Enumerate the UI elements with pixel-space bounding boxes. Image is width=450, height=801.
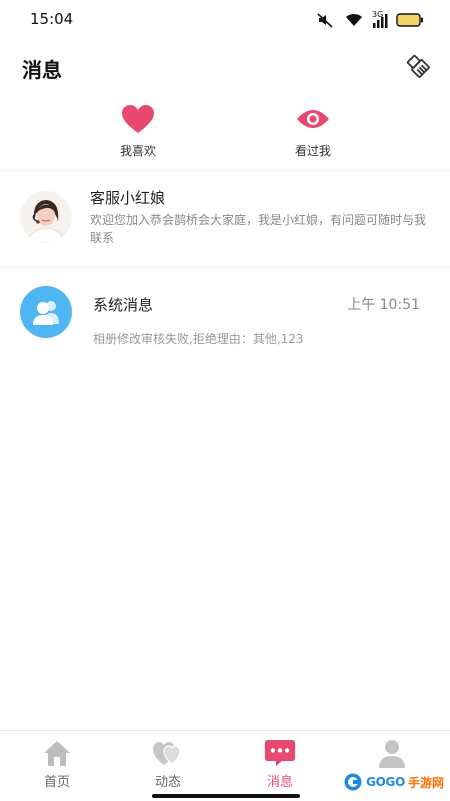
tab-label: 动态 [154, 775, 181, 790]
watermark-logo: GOGO 手游网 [343, 772, 444, 792]
tab-label: 首页 [43, 775, 70, 790]
person-icon [379, 740, 405, 768]
page-header: 消息 [0, 44, 450, 90]
list-item-system-messages[interactable]: 系统消息 上午 10:51 相册修改审核失败,拒绝理由：其他,123 [0, 268, 450, 364]
conversation-name: 系统消息 [93, 296, 154, 314]
viewed-me-label: 看过我 [294, 144, 331, 158]
conversation-preview: 相册修改审核失败,拒绝理由：其他,123 [93, 332, 304, 346]
broom-icon[interactable] [404, 52, 432, 80]
customer-service-avatar [20, 191, 72, 243]
message-list: 客服小红娘 欢迎您加入恭会鹊桥会大家庭，我是小红娘，有问题可随时与我联系 系统消… [0, 171, 450, 364]
likes-button[interactable]: 我喜欢 [78, 102, 198, 159]
eye-icon [297, 110, 329, 128]
conversation-preview: 欢迎您加入恭会鹊桥会大家庭，我是小红娘，有问题可随时与我联系 [90, 213, 427, 245]
system-users-icon [20, 286, 72, 338]
tab-messages[interactable]: 消息 [225, 737, 335, 790]
conversation-time: 上午 10:51 [347, 297, 420, 313]
watermark-suffix: 手游网 [407, 775, 444, 790]
chat-bubble-icon [265, 740, 295, 766]
globe-icon [344, 773, 362, 791]
tab-moments[interactable]: 动态 [113, 737, 223, 790]
wifi-icon [346, 13, 362, 26]
mute-icon [317, 13, 333, 28]
hearts-icon [153, 742, 181, 765]
likes-label: 我喜欢 [119, 144, 156, 158]
battery-icon [396, 13, 423, 27]
status-icons: 3G [316, 10, 424, 30]
tab-home[interactable]: 首页 [2, 737, 112, 790]
status-time: 15:04 [30, 10, 74, 28]
quick-actions: 我喜欢 看过我 [0, 98, 450, 171]
home-icon [44, 741, 70, 766]
network-type: 3G [372, 10, 388, 28]
tab-label: 消息 [266, 775, 293, 790]
status-bar: 15:04 3G [0, 0, 450, 36]
conversation-name: 客服小红娘 [90, 189, 166, 207]
list-item-customer-service[interactable]: 客服小红娘 欢迎您加入恭会鹊桥会大家庭，我是小红娘，有问题可随时与我联系 [0, 171, 450, 268]
page-title: 消息 [22, 58, 62, 82]
watermark-brand: GOGO [366, 775, 405, 789]
heart-icon [122, 105, 154, 133]
home-indicator [152, 794, 300, 798]
viewed-me-button[interactable]: 看过我 [253, 102, 373, 159]
